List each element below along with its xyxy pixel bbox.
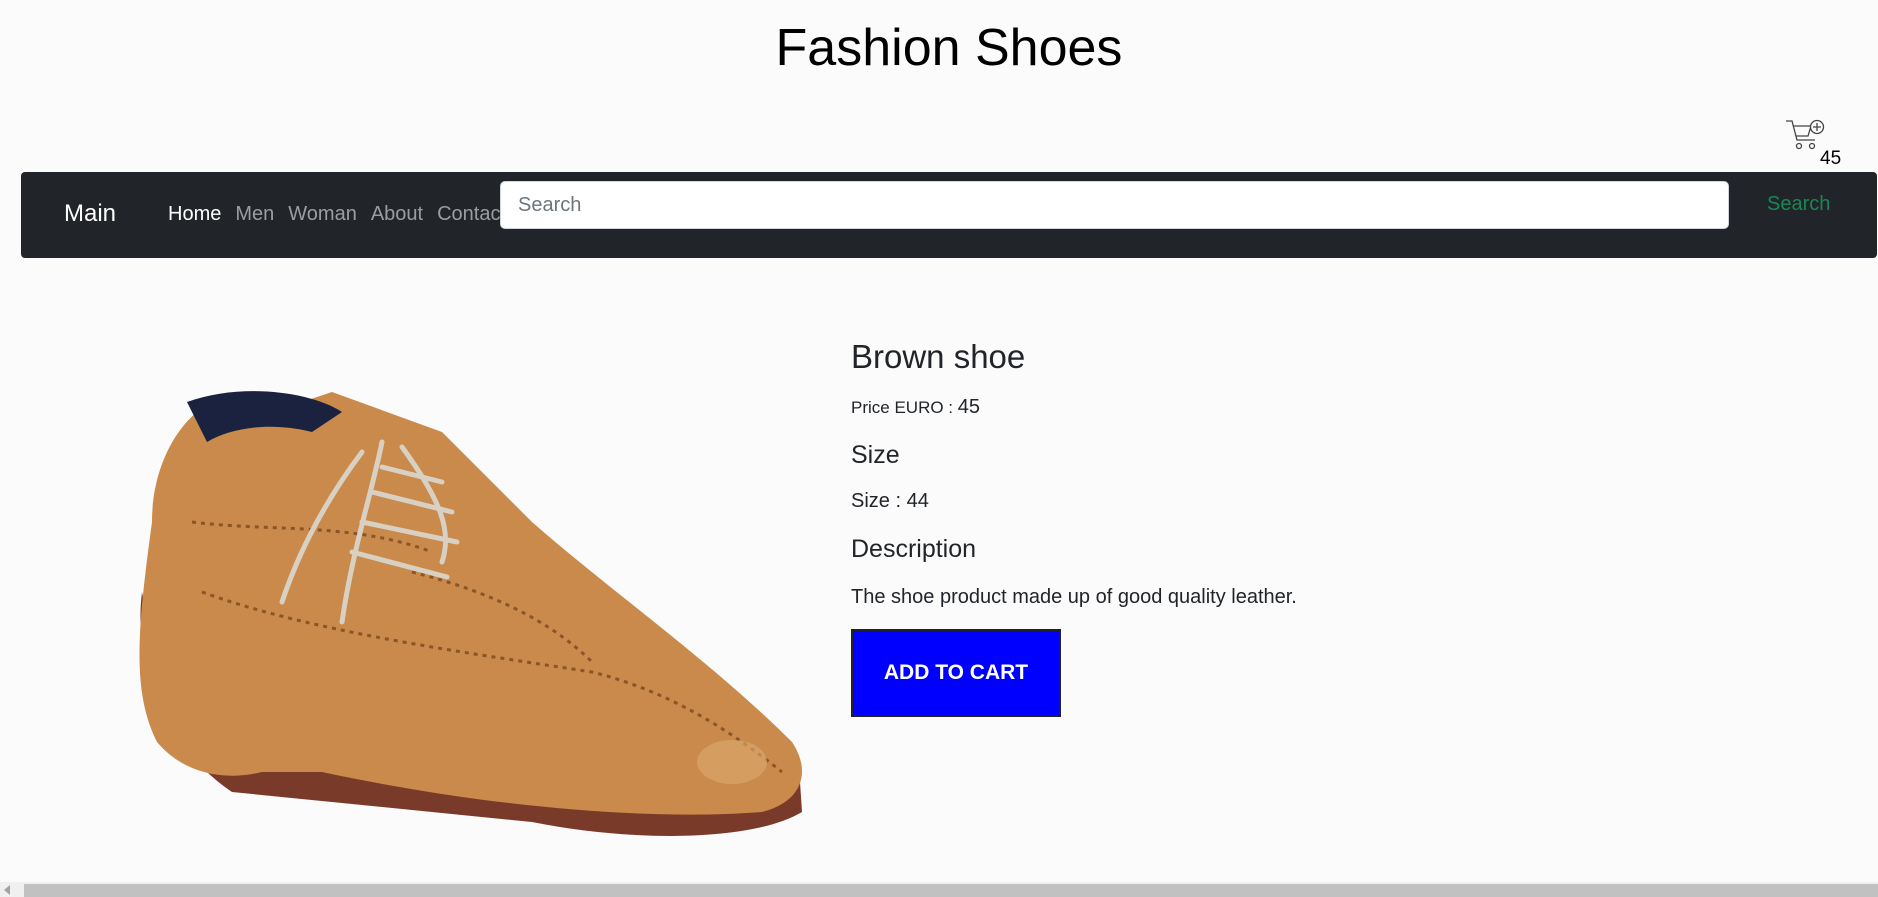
product-image — [139, 391, 802, 836]
product-details: Brown shoe Price EURO : 45 Size Size : 4… — [851, 338, 1297, 717]
search-input[interactable] — [500, 181, 1729, 229]
price-row: Price EURO : 45 — [851, 396, 1297, 419]
add-to-cart-button[interactable]: ADD TO CART — [851, 629, 1061, 717]
cart[interactable]: 45 — [1784, 118, 1841, 169]
price-value: 45 — [957, 396, 980, 418]
navbar: Main Home Men Woman About Contact Search — [21, 172, 1877, 258]
size-text: Size : 44 — [851, 490, 929, 512]
nav-link-home[interactable]: Home — [161, 203, 228, 226]
description-heading: Description — [851, 535, 977, 563]
price-label: Price EURO : — [851, 398, 958, 417]
product-name: Brown shoe — [851, 338, 1026, 375]
nav-links: Home Men Woman About Contact — [161, 203, 513, 226]
size-heading: Size — [851, 441, 900, 469]
cart-count: 45 — [1820, 148, 1842, 169]
horizontal-scrollbar[interactable] — [0, 882, 1878, 897]
navbar-brand[interactable]: Main — [64, 200, 116, 228]
nav-link-woman[interactable]: Woman — [281, 203, 364, 226]
search-button[interactable]: Search — [1749, 184, 1848, 224]
product-description: The shoe product made up of good quality… — [851, 586, 1297, 608]
site-title: Fashion Shoes — [775, 19, 1123, 77]
scrollbar-thumb[interactable] — [24, 884, 1878, 897]
nav-link-men[interactable]: Men — [228, 203, 281, 226]
cart-plus-icon[interactable] — [1784, 118, 1826, 152]
nav-link-about[interactable]: About — [364, 203, 430, 226]
scroll-left-arrow-icon[interactable] — [4, 885, 10, 895]
